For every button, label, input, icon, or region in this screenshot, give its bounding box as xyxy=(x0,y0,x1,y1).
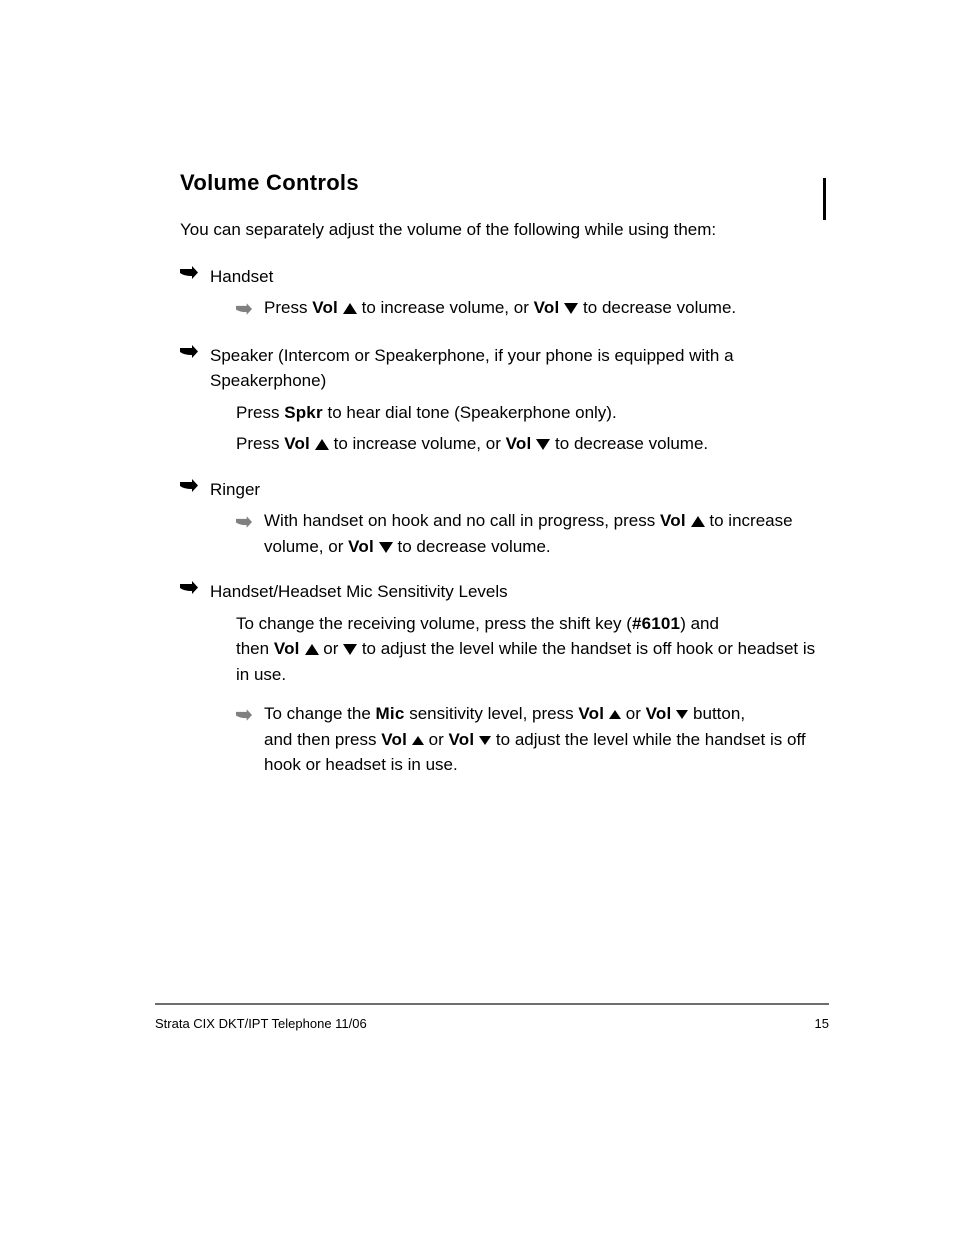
vol-up-label: Vol xyxy=(578,704,609,723)
sub-line: Press Spkr to hear dial tone (Speakerpho… xyxy=(210,400,829,426)
sub-line: To change the receiving volume, press th… xyxy=(210,611,829,688)
text: to hear dial tone (Speakerphone only). xyxy=(323,403,617,422)
arrow-right-icon xyxy=(180,345,202,457)
vol-up-label: Vol xyxy=(284,434,315,453)
arrow-right-icon xyxy=(180,479,202,560)
text: or xyxy=(621,704,646,723)
bullet-handset: Handset Press Vol to increase volume, or… xyxy=(180,264,829,323)
footer-left: Strata CIX DKT/IPT Telephone 11/06 xyxy=(155,1016,367,1031)
sub-bullet: To change the Mic sensitivity level, pre… xyxy=(210,701,829,778)
triangle-down-icon xyxy=(676,710,688,719)
bullet-speaker: Speaker (Intercom or Speakerphone, if yo… xyxy=(180,343,829,457)
text: to increase volume, or xyxy=(329,434,506,453)
triangle-up-icon xyxy=(691,516,705,527)
vol-down-label: Vol xyxy=(506,434,537,453)
vol-down-label: Vol xyxy=(534,298,565,317)
text: To change the xyxy=(264,704,376,723)
text: sensitivity level, press xyxy=(404,704,578,723)
sub-bullet: Press Vol to increase volume, or Vol to … xyxy=(210,295,829,323)
page-subtitle: You can separately adjust the volume of … xyxy=(180,218,829,242)
vol-up-label: Vol xyxy=(274,639,305,658)
sub-bullet: With handset on hook and no call in prog… xyxy=(210,508,829,559)
triangle-up-icon xyxy=(343,303,357,314)
vol-down-label: Vol xyxy=(448,730,479,749)
code-label: #6101 xyxy=(632,614,680,633)
header-mark xyxy=(823,178,826,220)
text: ) and xyxy=(680,614,719,633)
text: Press xyxy=(264,298,312,317)
footer-divider xyxy=(155,1003,829,1005)
vol-down-label: Vol xyxy=(646,704,677,723)
text: then xyxy=(236,639,274,658)
triangle-up-icon xyxy=(412,736,424,745)
text: or xyxy=(424,730,449,749)
vol-up-label: Vol xyxy=(312,298,343,317)
text: and then press xyxy=(264,730,381,749)
arrow-right-icon xyxy=(180,266,202,323)
text: To change the receiving volume, press th… xyxy=(236,614,632,633)
vol-down-label: Vol xyxy=(348,537,379,556)
triangle-up-icon xyxy=(305,644,319,655)
arrow-right-icon xyxy=(236,703,256,778)
vol-up-label: Vol xyxy=(660,511,691,530)
triangle-down-icon xyxy=(564,303,578,314)
mic-label: Mic xyxy=(376,704,405,723)
spkr-label: Spkr xyxy=(284,403,323,422)
vol-up-label: Vol xyxy=(381,730,412,749)
text: With handset on hook and no call in prog… xyxy=(264,511,660,530)
text: to increase volume, or xyxy=(357,298,534,317)
triangle-up-icon xyxy=(315,439,329,450)
triangle-up-icon xyxy=(609,710,621,719)
bullet-ringer: Ringer With handset on hook and no call … xyxy=(180,477,829,560)
text: Press xyxy=(236,434,284,453)
triangle-down-icon xyxy=(343,644,357,655)
triangle-down-icon xyxy=(536,439,550,450)
text: to decrease volume. xyxy=(578,298,736,317)
text: or xyxy=(319,639,344,658)
footer-page-number: 15 xyxy=(815,1016,829,1031)
bullet-mic-sensitivity: Handset/Headset Mic Sensitivity Levels T… xyxy=(180,579,829,778)
triangle-down-icon xyxy=(479,736,491,745)
text: to decrease volume. xyxy=(393,537,551,556)
arrow-right-icon xyxy=(236,510,256,559)
arrow-right-icon xyxy=(180,581,202,778)
triangle-down-icon xyxy=(379,542,393,553)
text: to decrease volume. xyxy=(550,434,708,453)
page-title: Volume Controls xyxy=(180,170,829,196)
text: button, xyxy=(688,704,745,723)
page: Volume Controls You can separately adjus… xyxy=(0,0,954,1235)
item-label: Handset/Headset Mic Sensitivity Levels xyxy=(210,582,508,601)
footer: Strata CIX DKT/IPT Telephone 11/06 15 xyxy=(155,1016,829,1031)
item-label: Ringer xyxy=(210,480,260,499)
item-label: Handset xyxy=(210,267,273,286)
item-label: Speaker (Intercom or Speakerphone, if yo… xyxy=(210,346,734,391)
arrow-right-icon xyxy=(236,297,256,323)
text: Press xyxy=(236,403,284,422)
sub-line: Press Vol to increase volume, or Vol to … xyxy=(210,431,829,457)
